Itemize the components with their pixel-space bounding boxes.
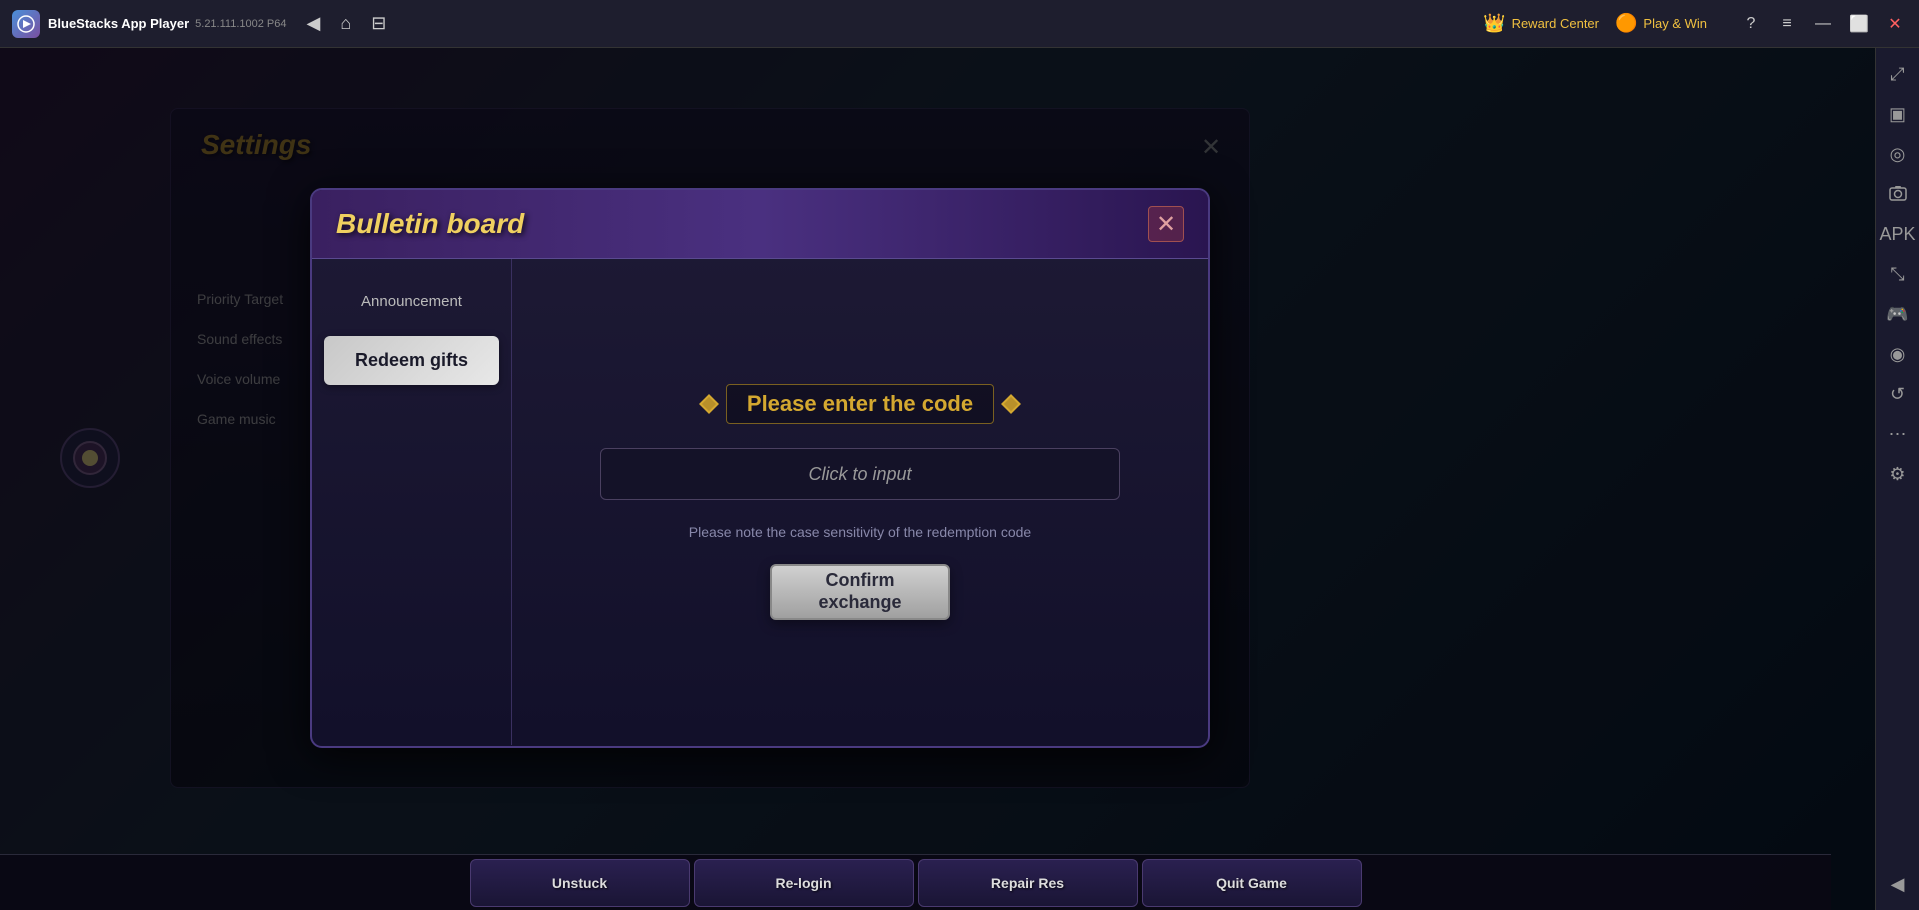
diamond-left-icon xyxy=(699,394,719,414)
bookmark-button[interactable]: ⊟ xyxy=(371,13,386,34)
location-icon[interactable]: ◉ xyxy=(1880,336,1916,372)
home-button[interactable]: ⌂ xyxy=(340,13,351,34)
bulletin-close-button[interactable]: ✕ xyxy=(1148,206,1184,242)
unstuck-button[interactable]: Unstuck xyxy=(470,859,690,907)
tab-announcement[interactable]: Announcement xyxy=(324,279,499,324)
bulletin-close-icon: ✕ xyxy=(1156,210,1176,239)
confirm-exchange-button[interactable]: Confirm exchange xyxy=(770,564,950,620)
code-title-banner: Please enter the code xyxy=(702,384,1018,424)
bottom-bar: Unstuck Re-login Repair Res Quit Game xyxy=(0,854,1831,910)
resize3-icon[interactable]: ⤡ xyxy=(1880,256,1916,292)
back-button[interactable]: ◀ xyxy=(306,13,320,34)
minimize-button[interactable]: — xyxy=(1811,14,1835,34)
code-title-text: Please enter the code xyxy=(726,384,994,424)
tab-redeem-gifts[interactable]: Redeem gifts xyxy=(324,336,499,385)
menu-button[interactable]: ≡ xyxy=(1775,14,1799,34)
crown-icon: 👑 xyxy=(1483,13,1505,34)
bulletin-tabs: Announcement Redeem gifts xyxy=(312,259,512,745)
relogin-button[interactable]: Re-login xyxy=(694,859,914,907)
play-win-button[interactable]: 🟠 Play & Win xyxy=(1615,13,1707,34)
gamepad-icon[interactable]: 🎮 xyxy=(1880,296,1916,332)
screen-record-icon[interactable]: ▣ xyxy=(1880,96,1916,132)
bulletin-dialog: Bulletin board ✕ Announcement Redeem gif… xyxy=(310,188,1210,748)
titlebar: BlueStacks App Player 5.21.111.1002 P64 … xyxy=(0,0,1919,48)
bulletin-title: Bulletin board xyxy=(336,208,524,240)
code-input-field[interactable]: Click to input xyxy=(600,448,1120,500)
help-button[interactable]: ? xyxy=(1739,14,1763,34)
code-hint-text: Please note the case sensitivity of the … xyxy=(689,524,1031,540)
more-options-icon[interactable]: ⋯ xyxy=(1880,416,1916,452)
reward-center-label: Reward Center xyxy=(1512,16,1599,31)
nav-buttons: ◀ ⌂ ⊟ xyxy=(306,13,386,34)
screenshot-icon[interactable] xyxy=(1880,176,1916,212)
reward-center-button[interactable]: 👑 Reward Center xyxy=(1483,13,1599,34)
play-win-label: Play & Win xyxy=(1643,16,1707,31)
sidebar-arrow-icon[interactable]: ◀ xyxy=(1880,866,1916,902)
app-name: BlueStacks App Player xyxy=(48,16,189,31)
redeem-content: Please enter the code Click to input Ple… xyxy=(512,259,1208,745)
quit-game-button[interactable]: Quit Game xyxy=(1142,859,1362,907)
titlebar-right: 👑 Reward Center 🟠 Play & Win ? ≡ — ⬜ ✕ xyxy=(1483,13,1907,34)
maximize-button[interactable]: ⬜ xyxy=(1847,14,1871,34)
code-input-placeholder: Click to input xyxy=(808,464,911,485)
app-version: 5.21.111.1002 P64 xyxy=(195,18,286,30)
play-win-icon: 🟠 xyxy=(1615,13,1637,34)
diamond-right-icon xyxy=(1001,394,1021,414)
confirm-exchange-label-line1: Confirm xyxy=(826,570,895,592)
rotate-icon[interactable]: ↺ xyxy=(1880,376,1916,412)
bulletin-body: Announcement Redeem gifts Please enter t… xyxy=(312,259,1208,745)
confirm-exchange-label-line2: exchange xyxy=(818,592,901,614)
camera-icon[interactable]: ◎ xyxy=(1880,136,1916,172)
app-logo xyxy=(12,10,40,38)
settings-icon[interactable]: ⚙ xyxy=(1880,456,1916,492)
right-sidebar: ⤢ ▣ ◎ APK ⤡ 🎮 ◉ ↺ ⋯ ⚙ ◀ xyxy=(1875,48,1919,910)
repair-res-button[interactable]: Repair Res xyxy=(918,859,1138,907)
close-button[interactable]: ✕ xyxy=(1883,14,1907,34)
apk-install-icon[interactable]: APK xyxy=(1880,216,1916,252)
bulletin-header: Bulletin board ✕ xyxy=(312,190,1208,259)
window-controls: ? ≡ — ⬜ ✕ xyxy=(1739,14,1907,34)
resize-icon[interactable]: ⤢ xyxy=(1880,56,1916,92)
game-area: Settings ✕ 83 Priority Target Sound effe… xyxy=(0,48,1875,910)
